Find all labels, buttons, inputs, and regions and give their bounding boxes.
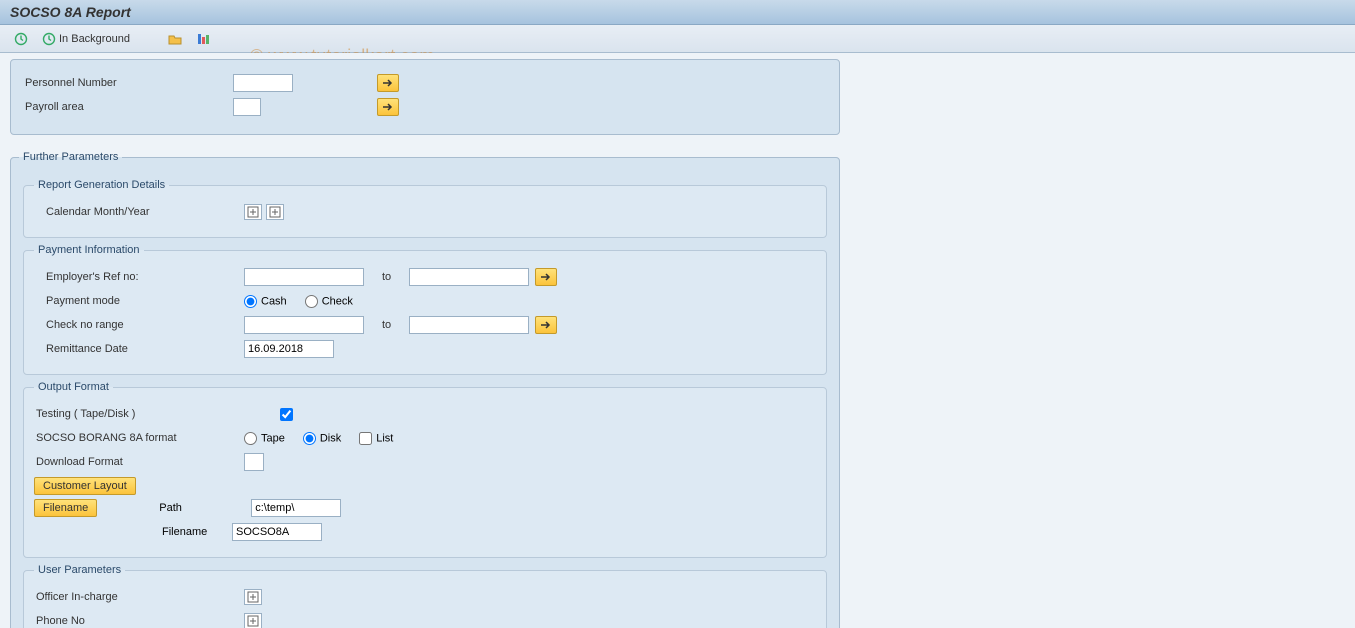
path-label: Path xyxy=(159,502,229,514)
employer-ref-to-label: to xyxy=(382,271,391,283)
payroll-area-multi-button[interactable] xyxy=(377,98,399,116)
download-format-label: Download Format xyxy=(34,456,244,468)
testing-label: Testing ( Tape/Disk ) xyxy=(34,408,280,420)
check-range-label: Check no range xyxy=(34,319,244,331)
personnel-number-multi-button[interactable] xyxy=(377,74,399,92)
calendar-year-f4[interactable] xyxy=(266,204,284,220)
folder-open-icon xyxy=(168,32,182,46)
testing-checkbox[interactable] xyxy=(280,408,293,421)
disk-label: Disk xyxy=(320,432,341,444)
further-parameters-legend: Further Parameters xyxy=(19,151,122,163)
get-variant-button[interactable] xyxy=(164,30,186,48)
check-label: Check xyxy=(322,295,353,307)
selection-group: Personnel Number Payroll area xyxy=(10,59,840,135)
disk-option[interactable]: Disk xyxy=(303,432,341,445)
payment-mode-cash-option[interactable]: Cash xyxy=(244,295,287,308)
employer-ref-from-input[interactable] xyxy=(244,268,364,286)
employer-ref-to-input[interactable] xyxy=(409,268,529,286)
calendar-month-year-label: Calendar Month/Year xyxy=(34,206,244,218)
window-title: SOCSO 8A Report xyxy=(0,0,1355,25)
clock-execute-icon xyxy=(14,32,28,46)
remittance-date-label: Remittance Date xyxy=(34,343,244,355)
list-checkbox[interactable] xyxy=(359,432,372,445)
payroll-area-input[interactable] xyxy=(233,98,261,116)
further-parameters-group: Further Parameters Report Generation Det… xyxy=(10,151,840,628)
download-format-input[interactable] xyxy=(244,453,264,471)
payment-mode-label: Payment mode xyxy=(34,295,244,307)
arrow-right-icon xyxy=(382,78,394,88)
org-structure-button[interactable] xyxy=(192,30,214,48)
report-generation-group: Report Generation Details Calendar Month… xyxy=(23,179,827,238)
payment-information-legend: Payment Information xyxy=(34,244,144,256)
tape-option[interactable]: Tape xyxy=(244,432,285,445)
user-parameters-legend: User Parameters xyxy=(34,564,125,576)
cash-label: Cash xyxy=(261,295,287,307)
check-range-from-input[interactable] xyxy=(244,316,364,334)
employer-ref-label: Employer's Ref no: xyxy=(34,271,244,283)
user-parameters-group: User Parameters Officer In-charge Phone … xyxy=(23,564,827,628)
check-range-to-label: to xyxy=(382,319,391,331)
f4-help-icon xyxy=(269,206,281,218)
bars-icon xyxy=(196,32,210,46)
check-range-to-input[interactable] xyxy=(409,316,529,334)
payment-mode-check-radio[interactable] xyxy=(305,295,318,308)
background-button[interactable]: In Background xyxy=(38,30,134,48)
payroll-area-label: Payroll area xyxy=(23,101,233,113)
output-format-group: Output Format Testing ( Tape/Disk ) SOCS… xyxy=(23,381,827,558)
execute-button[interactable] xyxy=(10,30,32,48)
filename-button[interactable]: Filename xyxy=(34,499,97,517)
arrow-right-icon xyxy=(540,272,552,282)
payment-mode-cash-radio[interactable] xyxy=(244,295,257,308)
arrow-right-icon xyxy=(540,320,552,330)
f4-help-icon xyxy=(247,591,259,603)
tape-label: Tape xyxy=(261,432,285,444)
check-range-multi-button[interactable] xyxy=(535,316,557,334)
list-option[interactable]: List xyxy=(359,432,393,445)
tape-radio[interactable] xyxy=(244,432,257,445)
payment-mode-check-option[interactable]: Check xyxy=(305,295,353,308)
f4-help-icon xyxy=(247,615,259,627)
clock-bg-icon xyxy=(42,32,56,46)
employer-ref-multi-button[interactable] xyxy=(535,268,557,286)
list-label: List xyxy=(376,432,393,444)
personnel-number-input[interactable] xyxy=(233,74,293,92)
personnel-number-label: Personnel Number xyxy=(23,77,233,89)
arrow-right-icon xyxy=(382,102,394,112)
filename-input[interactable] xyxy=(232,523,322,541)
payment-information-group: Payment Information Employer's Ref no: t… xyxy=(23,244,827,375)
report-generation-legend: Report Generation Details xyxy=(34,179,169,191)
content-area: Personnel Number Payroll area Further Pa… xyxy=(0,53,1355,628)
output-format-legend: Output Format xyxy=(34,381,113,393)
customer-layout-button[interactable]: Customer Layout xyxy=(34,477,136,495)
app-toolbar: In Background xyxy=(0,25,1355,53)
calendar-month-f4[interactable] xyxy=(244,204,262,220)
officer-f4[interactable] xyxy=(244,589,262,605)
phone-label: Phone No xyxy=(34,615,244,627)
borang-format-label: SOCSO BORANG 8A format xyxy=(34,432,244,444)
phone-f4[interactable] xyxy=(244,613,262,628)
filename-label: Filename xyxy=(162,526,232,538)
background-label: In Background xyxy=(59,33,130,45)
path-input[interactable] xyxy=(251,499,341,517)
remittance-date-input[interactable] xyxy=(244,340,334,358)
disk-radio[interactable] xyxy=(303,432,316,445)
f4-help-icon xyxy=(247,206,259,218)
officer-label: Officer In-charge xyxy=(34,591,244,603)
